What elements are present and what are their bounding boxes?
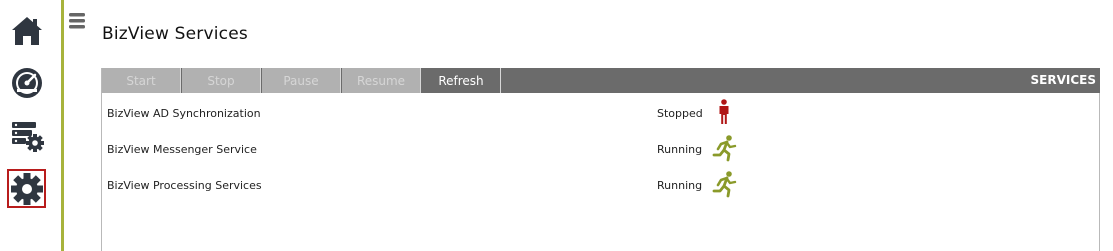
sidebar [0,0,61,251]
nav-dashboard-button[interactable] [7,63,46,102]
stop-button[interactable]: Stop [182,68,261,93]
services-panel: Start Stop Pause Resume Refresh SERVICES… [101,68,1100,251]
page-title: BizView Services [102,24,248,44]
nav-home-button[interactable] [7,11,46,50]
service-status: Running [657,179,703,192]
section-title: SERVICES [1030,73,1096,87]
nav-server-settings-button[interactable] [7,116,46,155]
standing-person-icon [710,98,738,126]
service-name: BizView Processing Services [107,179,262,192]
running-person-icon [710,134,738,162]
pause-button[interactable]: Pause [262,68,341,93]
speedometer-icon [11,67,42,98]
running-person-icon [710,170,738,198]
refresh-button[interactable]: Refresh [422,68,501,93]
service-row[interactable]: BizView Processing Services Running [102,167,1099,203]
nav-settings-button[interactable] [7,169,46,208]
service-row[interactable]: BizView AD Synchronization Stopped [102,95,1099,131]
server-gear-icon [11,121,44,152]
home-icon [11,16,42,45]
menu-toggle-button[interactable] [68,12,86,30]
start-button[interactable]: Start [102,68,181,93]
sidebar-divider [61,0,64,251]
service-status: Running [657,143,703,156]
gear-icon [10,172,43,205]
resume-button[interactable]: Resume [342,68,421,93]
service-name: BizView AD Synchronization [107,107,261,120]
service-status: Stopped [657,107,703,120]
service-row[interactable]: BizView Messenger Service Running [102,131,1099,167]
services-toolbar: Start Stop Pause Resume Refresh SERVICES [102,68,1100,93]
hamburger-icon [69,13,85,29]
service-name: BizView Messenger Service [107,143,257,156]
